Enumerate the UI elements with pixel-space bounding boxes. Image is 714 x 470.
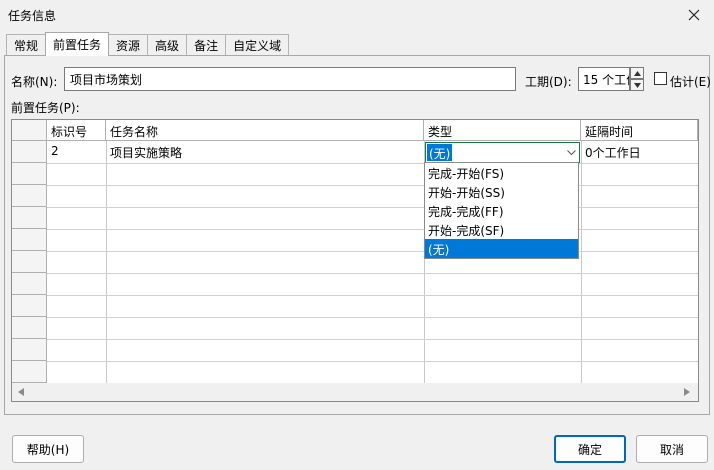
row-header[interactable]: [12, 251, 47, 273]
type-combobox-value: (无): [427, 144, 453, 161]
dialog-title: 任务信息: [8, 9, 57, 23]
grid-divider: [47, 207, 698, 208]
row-header[interactable]: [12, 339, 47, 361]
row-header[interactable]: [12, 207, 47, 229]
grid-divider: [47, 361, 698, 362]
title-bar: 任务信息: [0, 0, 714, 30]
grid-divider: [47, 317, 698, 318]
grid-divider: [47, 273, 698, 274]
help-button[interactable]: 帮助(H): [12, 435, 84, 463]
grid-divider: [581, 141, 582, 383]
duration-label: 工期(D):: [525, 75, 572, 89]
tab-notes[interactable]: 备注: [186, 34, 227, 56]
close-button[interactable]: [680, 2, 708, 28]
chevron-down-icon[interactable]: [566, 147, 577, 158]
task-name-input[interactable]: 项目市场策划: [64, 67, 516, 91]
column-header-type[interactable]: 类型: [424, 120, 581, 141]
row-header[interactable]: [12, 317, 47, 339]
row-header[interactable]: [12, 141, 47, 163]
tab-predecessors[interactable]: 前置任务: [45, 32, 110, 56]
ok-button[interactable]: 确定: [554, 435, 626, 463]
row-header[interactable]: [12, 163, 47, 185]
scroll-left-icon[interactable]: [18, 388, 24, 396]
column-header-task-name[interactable]: 任务名称: [106, 120, 424, 141]
tab-advanced[interactable]: 高级: [147, 34, 188, 56]
scroll-right-icon[interactable]: [684, 388, 690, 396]
cell-id[interactable]: 2: [48, 141, 106, 163]
column-header-lag[interactable]: 延隔时间: [581, 120, 698, 141]
type-option-none[interactable]: (无): [425, 239, 578, 258]
tab-custom-fields[interactable]: 自定义域: [225, 34, 290, 56]
close-icon: [688, 9, 700, 21]
triangle-down-icon: [633, 82, 641, 88]
grid-divider: [47, 295, 698, 296]
predecessors-label: 前置任务(P):: [11, 101, 80, 115]
row-header[interactable]: [12, 361, 47, 383]
type-option-ff[interactable]: 完成-完成(FF): [425, 201, 578, 220]
tab-resources[interactable]: 资源: [108, 34, 149, 56]
type-option-ss[interactable]: 开始-开始(SS): [425, 182, 578, 201]
grid-divider: [47, 339, 698, 340]
cell-lag[interactable]: 0个工作日: [582, 141, 697, 163]
triangle-up-icon: [633, 70, 641, 76]
type-option-sf[interactable]: 开始-完成(SF): [425, 220, 578, 239]
cell-task-name[interactable]: 项目实施策略: [107, 141, 424, 163]
type-option-fs[interactable]: 完成-开始(FS): [425, 163, 578, 182]
duration-spin-up[interactable]: [630, 67, 644, 79]
tab-general[interactable]: 常规: [6, 34, 47, 56]
column-header-id[interactable]: 标识号: [47, 120, 106, 141]
row-header[interactable]: [12, 185, 47, 207]
row-header[interactable]: [12, 295, 47, 317]
type-dropdown-list: 完成-开始(FS) 开始-开始(SS) 完成-完成(FF) 开始-完成(SF) …: [424, 162, 579, 259]
grid-divider: [47, 251, 698, 252]
horizontal-scrollbar[interactable]: [12, 383, 698, 401]
vertical-scrollbar[interactable]: [698, 120, 699, 401]
tab-strip: 常规 前置任务 资源 高级 备注 自定义域: [6, 32, 290, 56]
grid-divider: [47, 163, 698, 164]
grid-corner: [12, 120, 47, 141]
estimate-checkbox[interactable]: [654, 72, 667, 85]
cancel-button[interactable]: 取消: [636, 435, 708, 463]
grid-divider: [47, 229, 698, 230]
duration-spin-down[interactable]: [630, 79, 644, 91]
type-combobox[interactable]: (无): [425, 142, 580, 163]
predecessors-grid: 标识号 任务名称 类型 延隔时间 2 项目实施策略 (无) 0个工作日: [11, 119, 699, 402]
row-header[interactable]: [12, 229, 47, 251]
grid-divider: [47, 185, 698, 186]
estimate-label: 估计(E): [670, 75, 711, 89]
row-header[interactable]: [12, 273, 47, 295]
name-label: 名称(N):: [11, 75, 58, 89]
duration-input[interactable]: 15 个工作日: [578, 67, 630, 91]
grid-divider: [106, 141, 107, 383]
task-info-dialog: 任务信息 常规 前置任务 资源 高级 备注 自定义域 名称(N): 项目市场策划…: [0, 0, 714, 470]
